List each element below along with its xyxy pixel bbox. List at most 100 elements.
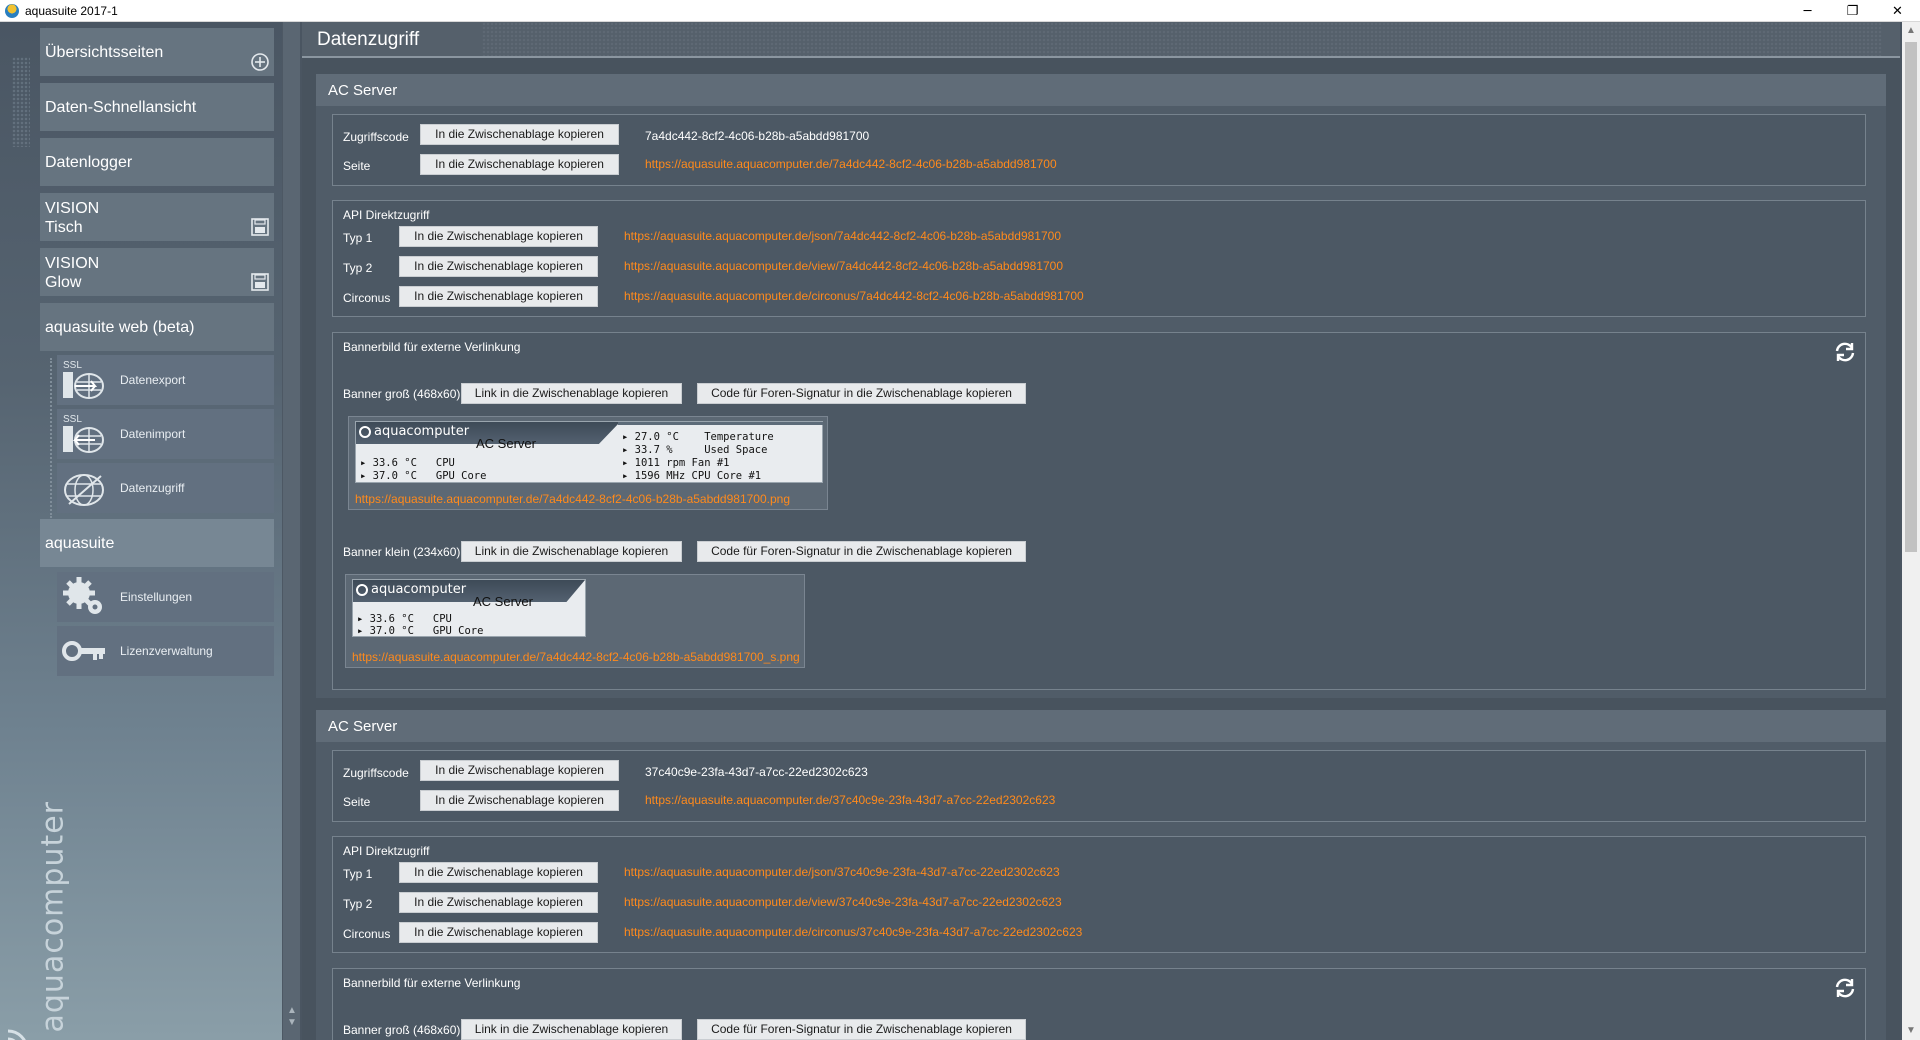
sidebar-item-vision-glow[interactable]: VISION Glow <box>40 248 274 296</box>
aquacomputer-logo-icon <box>359 426 371 438</box>
banner-small-preview: aquacomputer AC Server ▸ 33.6 °C CPU ▸ 3… <box>345 574 805 668</box>
banner-sensor: ▸ 33.7 % Used Space <box>622 444 768 456</box>
copy-banner-large-code-button[interactable]: Code für Foren-Signatur in die Zwischena… <box>697 383 1026 404</box>
sidebar-item-vision-tisch[interactable]: VISION Tisch <box>40 193 274 241</box>
signal-icon <box>7 1029 26 1040</box>
copy-banner-large-code-button[interactable]: Code für Foren-Signatur in die Zwischena… <box>697 1019 1026 1040</box>
window-title: aquasuite 2017-1 <box>25 3 118 18</box>
floppy-icon[interactable] <box>250 272 270 292</box>
type1-link[interactable]: https://aquasuite.aquacomputer.de/json/3… <box>624 865 1060 879</box>
ssl-import-icon: SSL <box>63 414 104 453</box>
page-link[interactable]: https://aquasuite.aquacomputer.de/37c40c… <box>645 793 1055 807</box>
banner-sensor-value: 37.0 °C GPU Core <box>372 470 487 482</box>
circonus-label: Circonus <box>343 291 391 305</box>
sidebar-subitem-datenimport[interactable]: SSL Datenimport <box>57 409 274 459</box>
sidebar-item-label: Datenlogger <box>45 154 133 171</box>
api-group-title: API Direktzugriff <box>343 844 430 858</box>
scroll-up-icon[interactable]: ▲ <box>1902 26 1920 36</box>
scroll-down-icon[interactable]: ▼ <box>283 1018 301 1028</box>
copy-banner-large-link-button[interactable]: Link in die Zwischenablage kopieren <box>461 1019 682 1040</box>
section-header: AC Server <box>316 74 1886 106</box>
sidebar-item-aquasuite-web[interactable]: aquasuite web (beta) <box>40 303 274 351</box>
restore-button[interactable]: ❐ <box>1830 0 1875 22</box>
sidebar-item-label: Daten-Schnellansicht <box>45 99 197 116</box>
sidebar-item-aquasuite[interactable]: aquasuite <box>40 519 274 567</box>
sidebar-item-label: aquasuite <box>45 535 115 552</box>
copy-type1-button[interactable]: In die Zwischenablage kopieren <box>399 226 598 247</box>
banner-sensor-value: 27.0 °C Temperature <box>634 431 774 443</box>
sidebar-subitem-label: Datenimport <box>120 427 186 441</box>
copy-access-code-button[interactable]: In die Zwischenablage kopieren <box>420 124 619 145</box>
scroll-down-icon[interactable]: ▼ <box>1902 1026 1920 1036</box>
page-label: Seite <box>343 795 371 809</box>
scrollbar-thumb[interactable] <box>1905 42 1917 552</box>
add-circle-icon[interactable] <box>250 52 270 72</box>
sidebar-subitem-einstellungen[interactable]: Einstellungen <box>57 572 274 622</box>
sidebar-item-label: VISION Tisch <box>45 200 100 236</box>
copy-page-button[interactable]: In die Zwischenablage kopieren <box>420 790 619 811</box>
copy-page-button[interactable]: In die Zwischenablage kopieren <box>420 154 619 175</box>
minimize-button[interactable]: ─ <box>1785 0 1830 22</box>
banner-sensor-value: 33.6 °C CPU <box>372 457 455 469</box>
sidebar-item-uebersichtsseiten[interactable]: Übersichtsseiten <box>40 28 274 76</box>
page-link[interactable]: https://aquasuite.aquacomputer.de/7a4dc4… <box>645 157 1057 171</box>
copy-type1-button[interactable]: In die Zwischenablage kopieren <box>399 862 598 883</box>
type1-label: Typ 1 <box>343 867 373 881</box>
copy-banner-large-link-button[interactable]: Link in die Zwischenablage kopieren <box>461 383 682 404</box>
banner-small-image: aquacomputer AC Server ▸ 33.6 °C CPU ▸ 3… <box>352 579 586 637</box>
sidebar-subitem-label: Datenexport <box>120 373 186 387</box>
brand-logo-vertical: aquacomputer <box>35 800 71 1033</box>
sidebar-subitem-lizenzverwaltung[interactable]: Lizenzverwaltung <box>57 626 274 676</box>
ssl-text: SSL <box>63 360 82 371</box>
server-section: AC Server Zugriffscode In die Zwischenab… <box>316 710 1886 1040</box>
circonus-link[interactable]: https://aquasuite.aquacomputer.de/circon… <box>624 289 1084 303</box>
sidebar-subitem-label: Einstellungen <box>120 590 193 604</box>
sidebar-subitem-datenzugriff[interactable]: Datenzugriff <box>57 463 274 513</box>
copy-type2-button[interactable]: In die Zwischenablage kopieren <box>399 256 598 277</box>
type2-link[interactable]: https://aquasuite.aquacomputer.de/view/7… <box>624 259 1063 273</box>
sidebar-scrollbar[interactable]: ▲ ▼ <box>282 22 300 1040</box>
close-button[interactable]: ✕ <box>1875 0 1920 22</box>
sidebar-item-label: aquasuite web (beta) <box>45 319 195 336</box>
copy-circonus-button[interactable]: In die Zwischenablage kopieren <box>399 286 598 307</box>
circonus-link[interactable]: https://aquasuite.aquacomputer.de/circon… <box>624 925 1082 939</box>
banner-sensor: ▸ 1596 MHz CPU Core #1 <box>622 470 762 482</box>
access-code-label: Zugriffscode <box>343 766 409 780</box>
refresh-icon[interactable] <box>1833 340 1857 364</box>
ssl-text: SSL <box>63 414 82 425</box>
copy-circonus-button[interactable]: In die Zwischenablage kopieren <box>399 922 598 943</box>
scroll-up-icon[interactable]: ▲ <box>283 1006 301 1016</box>
type1-link[interactable]: https://aquasuite.aquacomputer.de/json/7… <box>624 229 1061 243</box>
sidebar-item-daten-schnellansicht[interactable]: Daten-Schnellansicht <box>40 83 274 131</box>
banner-sensor-value: 33.6 °C CPU <box>369 613 452 625</box>
section-title: AC Server <box>328 82 398 99</box>
main-scrollbar[interactable]: ▲ ▼ <box>1902 22 1920 1040</box>
ssl-export-icon: SSL <box>63 360 104 399</box>
main-header: Datenzugriff <box>302 22 1900 58</box>
banner-brand-text: aquacomputer <box>371 582 467 597</box>
sidebar-subitem-datenexport[interactable]: SSL Datenexport <box>57 355 274 405</box>
banner-sensor-value: 1011 rpm Fan #1 <box>634 457 730 469</box>
access-code-label: Zugriffscode <box>343 130 409 144</box>
window-controls: ─ ❐ ✕ <box>1785 0 1920 22</box>
banner-small-label: Banner klein (234x60) <box>343 545 461 559</box>
copy-banner-small-code-button[interactable]: Code für Foren-Signatur in die Zwischena… <box>697 541 1026 562</box>
type2-label: Typ 2 <box>343 897 373 911</box>
sidebar-item-label: Übersichtsseiten <box>45 44 164 61</box>
access-group: Zugriffscode In die Zwischenablage kopie… <box>332 750 1866 822</box>
banner-sensor-value: 33.7 % Used Space <box>634 444 768 456</box>
banner-large-link[interactable]: https://aquasuite.aquacomputer.de/7a4dc4… <box>355 492 790 506</box>
sidebar-item-datenlogger[interactable]: Datenlogger <box>40 138 274 186</box>
banner-large-label: Banner groß (468x60) <box>343 387 461 401</box>
banner-small-link[interactable]: https://aquasuite.aquacomputer.de/7a4dc4… <box>352 650 800 664</box>
copy-access-code-button[interactable]: In die Zwischenablage kopieren <box>420 760 619 781</box>
copy-banner-small-link-button[interactable]: Link in die Zwischenablage kopieren <box>461 541 682 562</box>
copy-type2-button[interactable]: In die Zwischenablage kopieren <box>399 892 598 913</box>
banner-brand: aquacomputer <box>353 580 585 602</box>
refresh-icon[interactable] <box>1833 976 1857 1000</box>
type2-link[interactable]: https://aquasuite.aquacomputer.de/view/3… <box>624 895 1062 909</box>
access-code-value: 37c40c9e-23fa-43d7-a7cc-22ed2302c623 <box>645 765 868 779</box>
banner-bar <box>618 422 823 425</box>
floppy-icon[interactable] <box>250 217 270 237</box>
banner-server-name: AC Server <box>476 436 536 451</box>
